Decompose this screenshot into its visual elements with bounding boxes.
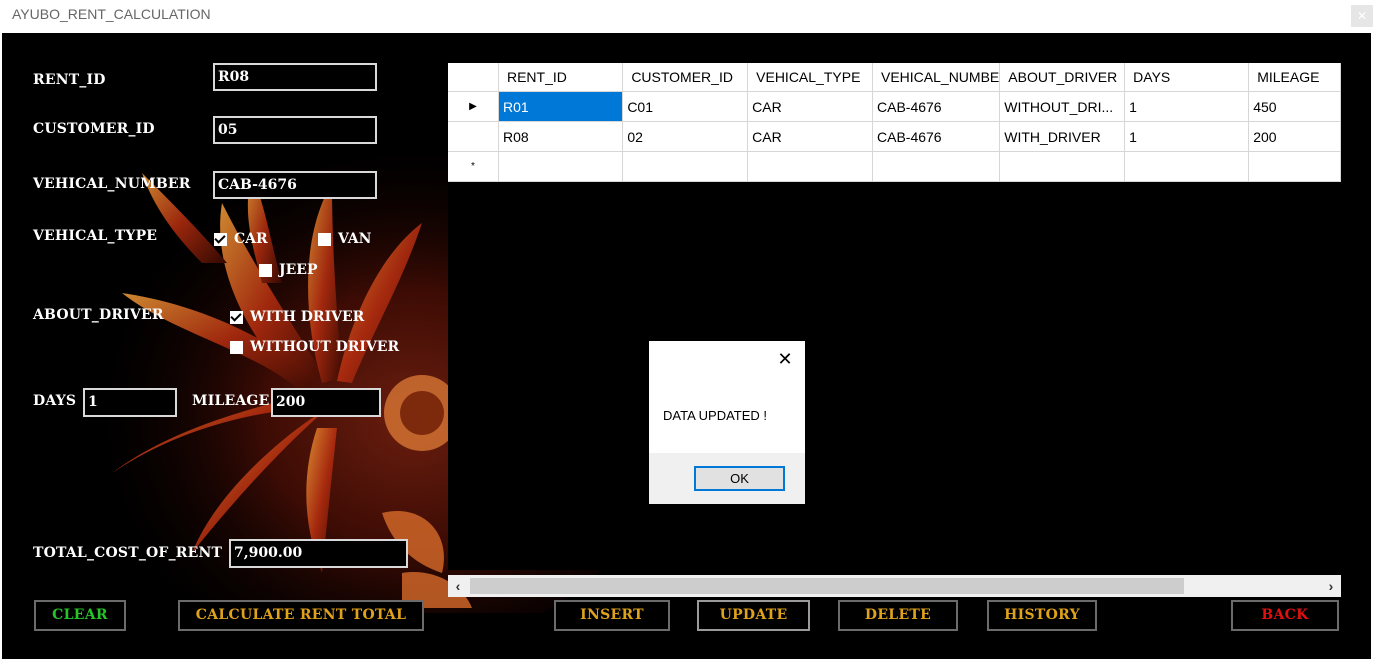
update-button[interactable]: UPDATE <box>697 600 810 631</box>
grid-cell[interactable] <box>1248 151 1341 182</box>
grid-column-header[interactable]: VEHICAL_TYPE <box>747 63 873 92</box>
grid-cell[interactable]: WITH_DRIVER <box>999 121 1126 152</box>
grid-column-header[interactable]: CUSTOMER_ID <box>622 63 749 92</box>
vehical-type-jeep-checkbox[interactable]: JEEP <box>259 262 318 278</box>
grid-cell[interactable] <box>999 151 1126 182</box>
clear-button[interactable]: CLEAR <box>34 600 126 631</box>
vehical-type-van-checkbox[interactable]: VAN <box>318 231 371 247</box>
calculate-rent-total-button[interactable]: CALCULATE RENT TOTAL <box>178 600 424 631</box>
scrollbar-thumb[interactable] <box>470 578 1184 594</box>
new-row-asterisk-icon[interactable]: * <box>448 151 499 182</box>
total-cost-label: TOTAL_COST_OF_RENT <box>33 545 223 561</box>
grid-cell[interactable]: C01 <box>622 91 749 122</box>
history-button[interactable]: HISTORY <box>987 600 1097 631</box>
about-driver-label: ABOUT_DRIVER <box>33 307 164 323</box>
table-row[interactable]: ▶ R01 C01 CAR CAB-4676 WITHOUT_DRI... 1 … <box>448 91 1341 122</box>
table-row[interactable]: R08 02 CAR CAB-4676 WITH_DRIVER 1 200 <box>448 121 1341 152</box>
grid-cell[interactable]: 1 <box>1124 91 1250 122</box>
new-row[interactable]: * <box>448 151 1341 182</box>
grid-cell[interactable]: CAR <box>747 121 873 152</box>
grid-table: RENT_ID CUSTOMER_ID VEHICAL_TYPE VEHICAL… <box>448 63 1341 182</box>
grid-cell[interactable] <box>622 151 749 182</box>
grid-cell[interactable]: CAB-4676 <box>872 91 1001 122</box>
rent-data-grid[interactable]: RENT_ID CUSTOMER_ID VEHICAL_TYPE VEHICAL… <box>448 63 1341 597</box>
message-dialog: ✕ DATA UPDATED ! OK <box>649 341 805 504</box>
grid-cell[interactable] <box>747 151 873 182</box>
grid-cell[interactable]: R08 <box>498 121 624 152</box>
vehical-type-van-label: VAN <box>338 231 372 247</box>
rent-id-label: RENT_ID <box>33 72 106 88</box>
grid-cell[interactable]: 450 <box>1248 91 1341 122</box>
customer-id-label: CUSTOMER_ID <box>33 121 155 137</box>
window-title: AYUBO_RENT_CALCULATION <box>12 6 211 22</box>
grid-header-row: RENT_ID CUSTOMER_ID VEHICAL_TYPE VEHICAL… <box>448 63 1341 92</box>
checkbox-checked-icon <box>214 232 227 246</box>
vehical-number-input[interactable]: CAB-4676 <box>213 171 377 199</box>
ok-button[interactable]: OK <box>694 466 785 491</box>
grid-cell[interactable]: CAB-4676 <box>872 121 1001 152</box>
grid-column-header[interactable]: VEHICAL_NUMBE <box>872 63 1001 92</box>
mileage-input[interactable]: 200 <box>271 388 381 417</box>
days-label: DAYS <box>33 393 77 409</box>
vehical-type-car-label: CAR <box>234 231 268 247</box>
horizontal-scrollbar[interactable]: ‹ › <box>448 575 1341 597</box>
checkbox-unchecked-icon <box>318 232 331 246</box>
vehical-number-label: VEHICAL_NUMBER <box>33 176 191 192</box>
grid-cell[interactable]: 02 <box>622 121 749 152</box>
back-button[interactable]: BACK <box>1231 600 1339 631</box>
row-header-cell[interactable] <box>448 121 499 152</box>
without-driver-label: WITHOUT DRIVER <box>250 339 400 355</box>
current-row-arrow-icon[interactable]: ▶ <box>448 91 499 122</box>
grid-cell[interactable] <box>1124 151 1250 182</box>
grid-cell[interactable]: WITHOUT_DRI... <box>999 91 1126 122</box>
dialog-message: DATA UPDATED ! <box>663 408 768 423</box>
close-icon[interactable]: ✕ <box>775 349 795 370</box>
with-driver-label: WITH DRIVER <box>250 309 365 325</box>
grid-cell[interactable]: 1 <box>1124 121 1250 152</box>
checkbox-unchecked-icon <box>230 340 243 354</box>
grid-cell[interactable]: 200 <box>1248 121 1341 152</box>
title-bar: AYUBO_RENT_CALCULATION ✕ <box>0 0 1373 32</box>
customer-id-input[interactable]: 05 <box>213 116 377 144</box>
days-input[interactable]: 1 <box>83 388 177 417</box>
window-close-button[interactable]: ✕ <box>1351 5 1373 27</box>
dialog-footer: OK <box>649 453 805 504</box>
grid-cell[interactable]: R01 <box>498 91 624 122</box>
without-driver-checkbox[interactable]: WITHOUT DRIVER <box>230 339 399 355</box>
grid-corner-cell <box>448 63 499 92</box>
vehical-type-label: VEHICAL_TYPE <box>33 228 158 244</box>
checkbox-unchecked-icon <box>259 263 272 277</box>
checkbox-checked-icon <box>230 310 243 324</box>
vehical-type-jeep-label: JEEP <box>279 262 318 278</box>
grid-column-header[interactable]: DAYS <box>1124 63 1250 92</box>
scroll-left-icon[interactable]: ‹ <box>448 575 468 597</box>
grid-cell[interactable] <box>872 151 1001 182</box>
rent-id-input[interactable]: R08 <box>213 63 377 91</box>
grid-column-header[interactable]: MILEAGE <box>1248 63 1341 92</box>
with-driver-checkbox[interactable]: WITH DRIVER <box>230 309 364 325</box>
grid-cell[interactable] <box>498 151 624 182</box>
vehical-type-car-checkbox[interactable]: CAR <box>214 231 268 247</box>
insert-button[interactable]: INSERT <box>554 600 670 631</box>
delete-button[interactable]: DELETE <box>838 600 958 631</box>
grid-column-header[interactable]: RENT_ID <box>498 63 624 92</box>
scroll-right-icon[interactable]: › <box>1321 575 1341 597</box>
total-cost-input[interactable]: 7,900.00 <box>229 539 408 568</box>
grid-column-header[interactable]: ABOUT_DRIVER <box>999 63 1126 92</box>
grid-cell[interactable]: CAR <box>747 91 873 122</box>
mileage-label: MILEAGE <box>192 393 270 409</box>
